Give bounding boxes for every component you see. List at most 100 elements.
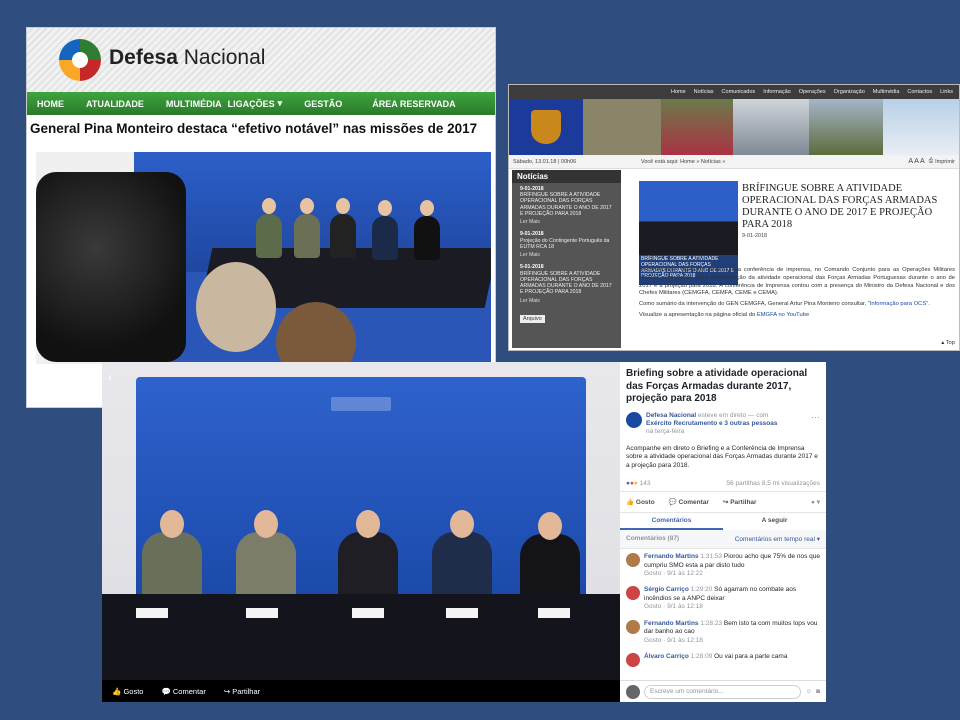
photo-person — [414, 216, 440, 260]
nav-ligacoes[interactable]: LIGAÇÕES — [228, 99, 275, 109]
top-nav: Home Notícias Comunicados Informação Ope… — [509, 85, 959, 99]
body-paragraph: Decorreu hoje, dia 9 de janeiro, uma con… — [639, 267, 955, 297]
topnav-comunicados[interactable]: Comunicados — [722, 89, 756, 95]
read-more-link[interactable]: Ler Mais — [520, 219, 613, 225]
nav-home[interactable]: HOME — [37, 99, 64, 109]
comment-meta[interactable]: Gosto · 9/1 às 12:22 — [644, 570, 703, 577]
archive-button[interactable]: Arquivo — [520, 314, 545, 323]
tab-a-seguir[interactable]: A seguir — [723, 513, 826, 530]
comment-author[interactable]: Sérgio Carriço — [644, 586, 689, 593]
name-card — [446, 608, 478, 618]
body-text: Como sumário da intervenção do GEN CEMGF… — [639, 301, 868, 308]
comments-sort[interactable]: Comentários em tempo real ▾ — [735, 535, 820, 543]
post-title: Briefing sobre a atividade operacional d… — [626, 368, 808, 404]
comment-author[interactable]: Fernando Martins — [644, 620, 699, 627]
comment-item: Sérgio Carriço 1:29:20 Só agarram no com… — [620, 582, 826, 615]
name-card — [136, 608, 168, 618]
share-button[interactable]: ↪ Partilhar — [723, 498, 757, 506]
avatar[interactable] — [626, 619, 640, 634]
like-button[interactable]: 👍 Gosto — [626, 498, 655, 506]
avatar[interactable] — [626, 586, 640, 601]
comment-item: Fernando Martins 1:28:23 Bem isto ta com… — [620, 616, 826, 649]
shares-views[interactable]: 56 partilhas 8,5 mi visualizações — [726, 480, 820, 487]
topnav-multimedia[interactable]: Multimédia — [873, 89, 900, 95]
press-conference-photo — [36, 152, 491, 364]
emgfa-emblem[interactable] — [509, 99, 583, 155]
topnav-noticias[interactable]: Notícias — [694, 89, 714, 95]
comment-icon: 💬 — [161, 686, 173, 696]
font-size-control[interactable]: A A A — [908, 158, 924, 165]
youtube-link[interactable]: EMGFA no YouTube — [757, 312, 809, 318]
topnav-links[interactable]: Links — [940, 89, 953, 95]
comment-timestamp[interactable]: 1:31:53 — [700, 553, 722, 560]
page-name[interactable]: Defesa Nacional — [646, 412, 696, 419]
page-avatar[interactable] — [626, 411, 642, 428]
topnav-organizacao[interactable]: Organização — [834, 89, 865, 95]
comment-timestamp[interactable]: 1:28:09 — [691, 653, 713, 660]
article-headline: General Pina Monteiro destaca “efetivo n… — [30, 121, 478, 136]
news-text[interactable]: BRÍFINGUE SOBRE A ATIVIDADE OPERACIONAL … — [520, 192, 613, 217]
top-link[interactable]: Top — [946, 340, 955, 346]
comment-button[interactable]: 💬 Comentar — [161, 687, 205, 696]
breadcrumb[interactable]: Você está aqui: Home » Notícias » — [641, 159, 908, 165]
comment-input[interactable]: Escreve um comentário... — [644, 684, 802, 699]
account-switch[interactable]: ● ▾ — [811, 498, 820, 506]
comment-author[interactable]: Fernando Martins — [644, 553, 699, 560]
share-button[interactable]: ↪ Partilhar — [224, 687, 260, 696]
site-banner — [509, 99, 959, 155]
avatar[interactable] — [626, 553, 640, 568]
news-item[interactable]: 5-01-2018 BRÍFINGUE SOBRE A ATIVIDADE OP… — [512, 261, 621, 306]
defesa-nacional-logo[interactable] — [59, 39, 101, 81]
forcas-armadas-logo — [583, 99, 661, 155]
comment-timestamp[interactable]: 1:28:23 — [700, 620, 722, 627]
topnav-operacoes[interactable]: Operações — [799, 89, 826, 95]
banner-soldier-image — [661, 99, 733, 155]
topnav-contactos[interactable]: Contactos — [907, 89, 932, 95]
print-icon[interactable]: ⎙ — [929, 158, 933, 165]
chevron-down-icon[interactable]: ▾ — [278, 98, 283, 109]
topnav-informacao[interactable]: Informação — [763, 89, 791, 95]
article-thumbnail[interactable] — [639, 181, 738, 255]
banner-aircraft-image — [883, 99, 959, 155]
post-stats: ●●● 143 56 partilhas 8,5 mi visualizaçõe… — [620, 476, 826, 493]
photo-person — [294, 214, 320, 258]
back-arrow-icon[interactable]: ‹ — [108, 370, 112, 384]
news-item[interactable]: 9-01-2018 BRÍFINGUE SOBRE A ATIVIDADE OP… — [512, 183, 621, 228]
news-text[interactable]: Projeção do Contingente Português da EUT… — [520, 238, 613, 250]
read-more-link[interactable]: Ler Mais — [520, 252, 613, 258]
tab-comentarios[interactable]: Comentários — [620, 513, 723, 531]
reactions-count[interactable]: ●●● 143 — [626, 480, 650, 487]
back-to-top[interactable]: ▴ Top — [639, 340, 955, 348]
video-action-bar: 👍 Gosto 💬 Comentar ↪ Partilhar — [102, 680, 620, 702]
more-options-icon[interactable]: ··· — [811, 412, 820, 437]
print-link[interactable]: Imprimir — [935, 159, 955, 165]
avatar[interactable] — [626, 653, 640, 668]
comment-button[interactable]: 💬 Comentar — [669, 498, 709, 506]
nav-multimedia[interactable]: MULTIMÉDIA — [166, 99, 222, 109]
comment-meta[interactable]: Gosto · 9/1 às 12:18 — [644, 603, 703, 610]
ocs-info-link[interactable]: "Informação para OCS". — [868, 301, 930, 307]
news-item[interactable]: 9-01-2018 Projeção do Contingente Portug… — [512, 228, 621, 261]
read-more-link[interactable]: Ler Mais — [520, 298, 613, 304]
site-brand[interactable]: Defesa Nacional — [109, 46, 265, 70]
like-button[interactable]: 👍 Gosto — [112, 687, 143, 696]
topnav-home[interactable]: Home — [671, 89, 686, 95]
facebook-live-post: ‹ 👍 Gosto 💬 Comentar ↪ Partilhar Briefin… — [102, 362, 826, 702]
news-text[interactable]: BRÍFINGUE SOBRE A ATIVIDADE OPERACIONAL … — [520, 271, 613, 296]
photo-person-head — [420, 200, 434, 216]
nav-area-reservada[interactable]: ÁREA RESERVADA — [372, 99, 455, 109]
comment-timestamp[interactable]: 1:29:20 — [691, 586, 713, 593]
camera-icon[interactable]: ◙ — [816, 688, 820, 695]
photo-person — [256, 214, 282, 258]
nav-gestao[interactable]: GESTÃO — [304, 99, 342, 109]
tagged-people[interactable]: Exército Recrutamento e 3 outras pessoas — [646, 420, 778, 427]
comment-meta[interactable]: Gosto · 9/1 às 12:18 — [644, 637, 703, 644]
photo-person — [330, 214, 356, 258]
comment-author[interactable]: Álvaro Carriço — [644, 653, 689, 660]
emoji-icon[interactable]: ☺ — [805, 688, 812, 695]
live-video-player[interactable]: ‹ 👍 Gosto 💬 Comentar ↪ Partilhar — [102, 362, 620, 702]
body-text: Visualize a apresentação na página ofici… — [639, 312, 757, 319]
comments-list: Fernando Martins 1:31:53 Piorou acho que… — [620, 549, 826, 671]
nav-atualidade[interactable]: ATUALIDADE — [86, 99, 144, 109]
post-time[interactable]: na terça-feira — [646, 428, 684, 435]
